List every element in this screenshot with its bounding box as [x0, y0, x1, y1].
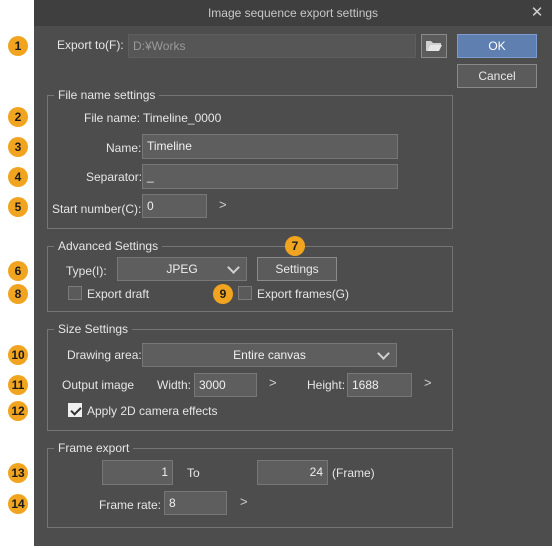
file-name-settings-title: File name settings: [54, 88, 160, 102]
from-frame-input[interactable]: 1: [102, 460, 173, 485]
frame-rate-chevron-right-icon[interactable]: >: [240, 494, 248, 509]
frame-rate-input[interactable]: 8: [164, 491, 227, 515]
height-chevron-right-icon[interactable]: >: [424, 375, 432, 390]
separator-label: Separator:: [86, 170, 143, 184]
callout-11: 11: [8, 375, 28, 395]
export-draft-checkbox[interactable]: [68, 286, 82, 300]
frame-export-title: Frame export: [54, 441, 134, 455]
callout-4: 4: [8, 167, 28, 187]
export-frames-label: Export frames(G): [257, 287, 350, 301]
frame-unit-label: (Frame): [332, 466, 375, 480]
settings-button[interactable]: Settings: [257, 257, 337, 281]
width-chevron-right-icon[interactable]: >: [269, 375, 277, 390]
type-label: Type(I):: [66, 264, 107, 278]
callout-2: 2: [8, 107, 28, 127]
callout-1: 1: [8, 36, 28, 56]
callout-3: 3: [8, 137, 28, 157]
frame-rate-label: Frame rate:: [99, 498, 162, 512]
drawing-area-select[interactable]: Entire canvas: [142, 343, 397, 367]
start-number-chevron-right-icon[interactable]: >: [219, 197, 227, 212]
advanced-settings-group: [47, 246, 453, 312]
callout-7: 7: [285, 236, 305, 256]
export-path-field[interactable]: D:¥Works: [128, 34, 416, 58]
title-bar: Image sequence export settings: [34, 0, 552, 26]
start-number-input[interactable]: 0: [142, 194, 207, 218]
callout-13: 13: [8, 463, 28, 483]
type-select-value: JPEG: [166, 262, 198, 276]
advanced-settings-title: Advanced Settings: [54, 239, 163, 253]
chevron-down-icon: [377, 347, 390, 360]
browse-folder-button[interactable]: [421, 34, 447, 58]
file-name-value: Timeline_0000: [143, 111, 222, 125]
type-select[interactable]: JPEG: [117, 257, 247, 281]
drawing-area-label: Drawing area:: [67, 348, 142, 362]
window-title: Image sequence export settings: [207, 6, 379, 20]
start-number-label: Start number(C):: [52, 202, 142, 216]
callout-6: 6: [8, 261, 28, 281]
export-draft-label: Export draft: [87, 287, 150, 301]
chevron-down-icon: [227, 261, 240, 274]
file-name-label: File name:: [84, 111, 141, 125]
width-label: Width:: [157, 378, 192, 392]
callout-9: 9: [213, 284, 233, 304]
separator-input[interactable]: _: [142, 164, 398, 189]
height-label: Height:: [307, 378, 346, 392]
callout-14: 14: [8, 494, 28, 514]
export-dialog: Image sequence export settings ✕ Export …: [34, 0, 552, 546]
drawing-area-value: Entire canvas: [233, 348, 306, 362]
close-icon[interactable]: ✕: [528, 0, 546, 26]
export-frames-checkbox[interactable]: [238, 286, 252, 300]
height-input[interactable]: 1688: [347, 373, 412, 397]
export-to-label: Export to(F):: [57, 38, 124, 52]
callout-12: 12: [8, 401, 28, 421]
callout-5: 5: [8, 197, 28, 217]
name-label: Name:: [106, 141, 142, 155]
callout-10: 10: [8, 345, 28, 365]
cancel-button[interactable]: Cancel: [457, 64, 537, 88]
callout-8: 8: [8, 284, 28, 304]
camera-effects-label: Apply 2D camera effects: [87, 404, 218, 418]
camera-effects-checkbox[interactable]: [68, 403, 82, 417]
width-input[interactable]: 3000: [194, 373, 257, 397]
name-input[interactable]: Timeline: [142, 134, 398, 159]
output-image-label: Output image: [62, 378, 135, 392]
size-settings-title: Size Settings: [54, 322, 133, 336]
folder-open-icon: [426, 41, 442, 51]
to-label: To: [187, 466, 200, 480]
ok-button[interactable]: OK: [457, 34, 537, 58]
to-frame-input[interactable]: 24: [257, 460, 328, 485]
